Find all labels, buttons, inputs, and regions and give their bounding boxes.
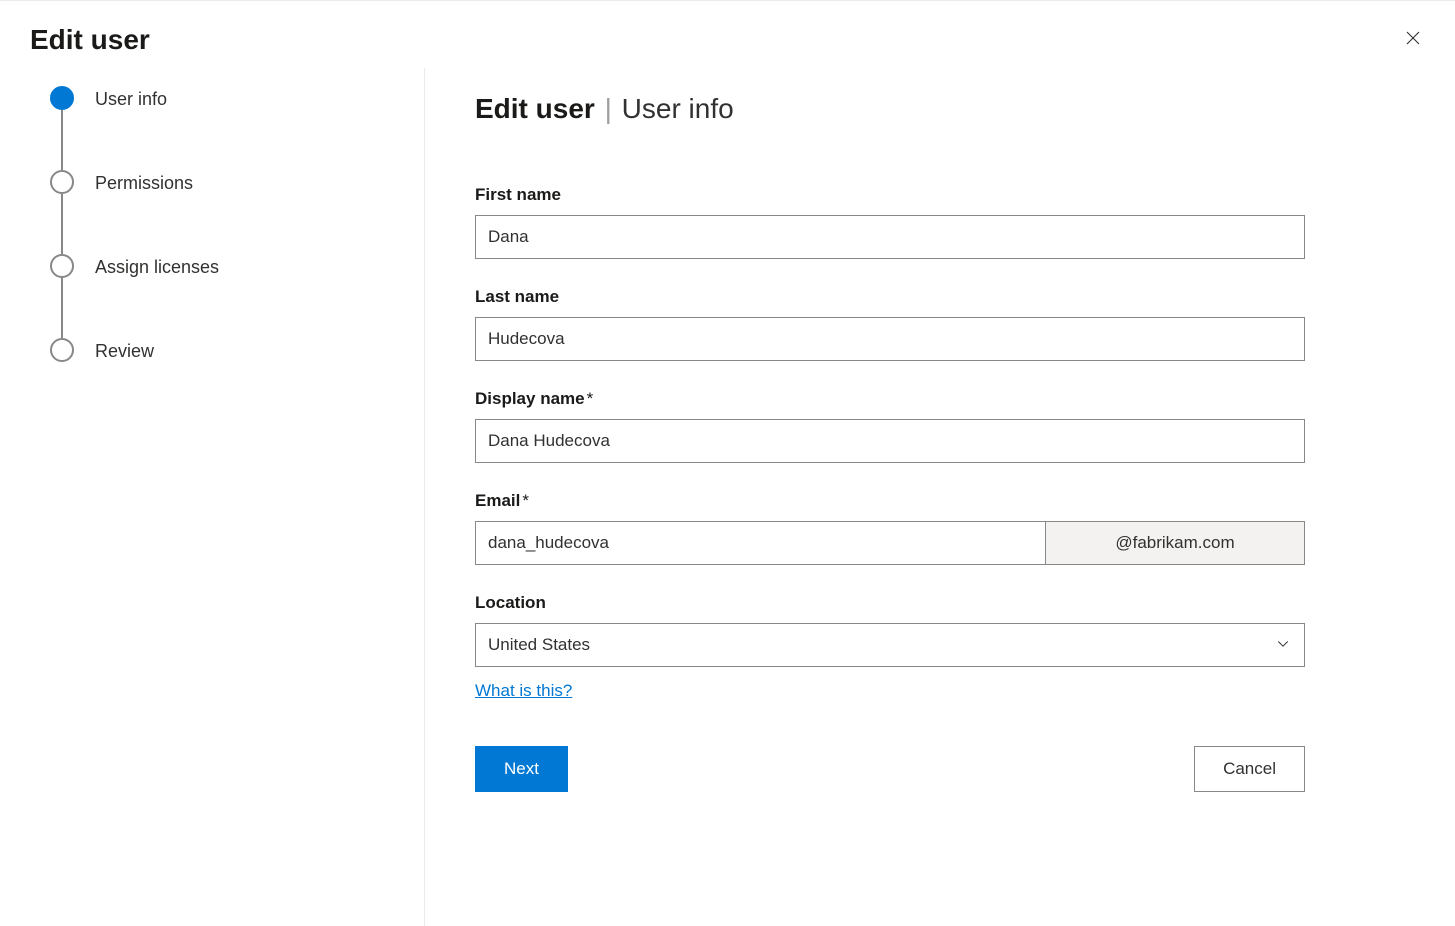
page-heading: Edit user | User info — [475, 93, 1405, 125]
email-row: @fabrikam.com — [475, 521, 1305, 565]
step-label: User info — [95, 89, 167, 109]
panel-title: Edit user — [30, 24, 150, 56]
step-connector — [61, 110, 63, 170]
email-local-input[interactable] — [475, 521, 1045, 565]
required-mark: * — [587, 389, 594, 408]
step-connector — [61, 278, 63, 338]
last-name-group: Last name — [475, 287, 1305, 361]
step-label: Permissions — [95, 173, 193, 193]
main-content: Edit user | User info First name Last na… — [425, 68, 1455, 926]
panel-body: User info Permissions Assign licenses Revie… — [0, 68, 1455, 926]
location-select-wrap: United States — [475, 623, 1305, 667]
heading-strong: Edit user — [475, 93, 595, 124]
first-name-input[interactable] — [475, 215, 1305, 259]
edit-user-panel: Edit user User info Permissions Assign lic… — [0, 1, 1455, 926]
heading-divider: | — [605, 93, 612, 124]
step-label: Assign licenses — [95, 257, 219, 277]
first-name-group: First name — [475, 185, 1305, 259]
step-circle-icon — [50, 170, 74, 194]
step-connector — [61, 194, 63, 254]
display-name-group: Display name* — [475, 389, 1305, 463]
next-button[interactable]: Next — [475, 746, 568, 792]
first-name-label: First name — [475, 185, 1305, 205]
last-name-label: Last name — [475, 287, 1305, 307]
step-label: Review — [95, 341, 154, 361]
location-label: Location — [475, 593, 1305, 613]
step-circle-icon — [50, 254, 74, 278]
location-value: United States — [488, 635, 590, 655]
step-circle-icon — [50, 86, 74, 110]
location-group: Location United States What is this? — [475, 593, 1305, 701]
panel-header: Edit user — [0, 1, 1455, 68]
display-name-label: Display name* — [475, 389, 1305, 409]
email-label: Email* — [475, 491, 1305, 511]
display-name-input[interactable] — [475, 419, 1305, 463]
close-icon — [1404, 29, 1422, 50]
footer-row: Next Cancel — [475, 746, 1305, 792]
step-circle-icon — [50, 338, 74, 362]
cancel-button[interactable]: Cancel — [1194, 746, 1305, 792]
location-select[interactable]: United States — [475, 623, 1305, 667]
location-help-link[interactable]: What is this? — [475, 681, 572, 701]
step-assign-licenses[interactable]: Assign licenses — [50, 256, 424, 340]
heading-subtitle: User info — [622, 93, 734, 124]
wizard-stepper: User info Permissions Assign licenses Revie… — [0, 68, 425, 926]
step-review[interactable]: Review — [50, 340, 424, 362]
last-name-input[interactable] — [475, 317, 1305, 361]
close-button[interactable] — [1396, 21, 1430, 58]
required-mark: * — [522, 491, 529, 510]
email-domain-display: @fabrikam.com — [1045, 521, 1305, 565]
step-user-info[interactable]: User info — [50, 88, 424, 172]
email-group: Email* @fabrikam.com — [475, 491, 1305, 565]
step-permissions[interactable]: Permissions — [50, 172, 424, 256]
